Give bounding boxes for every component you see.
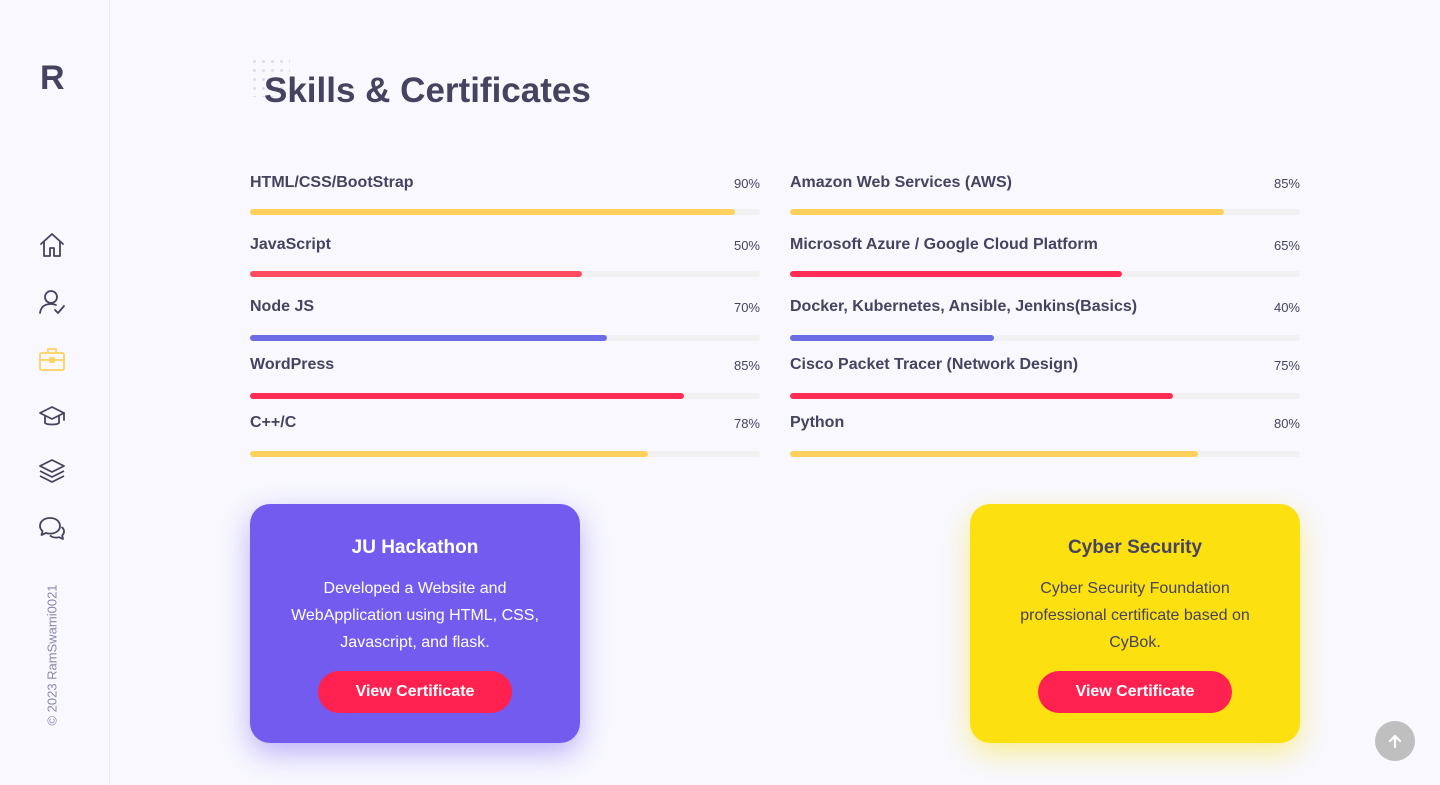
skill-progress-track	[250, 209, 760, 215]
certificate-card-cyber-security: Cyber Security Cyber Security Foundation…	[970, 504, 1300, 743]
skill-name: Node JS	[250, 298, 315, 315]
skill-percent: 85%	[1273, 176, 1300, 191]
skill-progress-track	[250, 451, 760, 457]
skill-percent: 78%	[733, 416, 760, 431]
skill-progress-track	[790, 335, 1300, 341]
skill-percent: 75%	[1273, 358, 1300, 373]
skill-progress-track	[790, 209, 1300, 215]
skill-progress-fill	[250, 271, 582, 277]
skill-name: Amazon Web Services (AWS)	[790, 174, 1012, 191]
skill-progress-fill	[250, 209, 735, 215]
copyright-text: © 2023 RamSwami0021	[44, 584, 60, 726]
skill-progress-track	[250, 393, 760, 399]
arrow-up-icon	[1388, 734, 1402, 749]
skill-progress-track	[250, 335, 760, 341]
skill-name: JavaScript	[250, 236, 331, 253]
layers-icon[interactable]	[38, 458, 66, 486]
skill-name: Docker, Kubernetes, Ansible, Jenkins(Bas…	[790, 298, 1138, 315]
skill-name: Microsoft Azure / Google Cloud Platform	[790, 236, 1098, 253]
skill-progress-fill	[250, 393, 684, 399]
skill-progress-fill	[790, 335, 994, 341]
chat-bubbles-icon[interactable]	[38, 515, 66, 543]
skill-progress-track	[250, 271, 760, 277]
skill-name: Python	[790, 414, 845, 431]
skill-progress-fill	[790, 393, 1173, 399]
skill-progress-track	[790, 451, 1300, 457]
skill-name: Cisco Packet Tracer (Network Design)	[790, 356, 1079, 373]
skill-progress-track	[790, 393, 1300, 399]
skill-progress-fill	[790, 451, 1198, 457]
card-description: Cyber Security Foundation professional c…	[1020, 580, 1250, 651]
certificate-card-ju-hackathon: JU Hackathon Developed a Website and Web…	[250, 504, 580, 743]
view-certificate-button[interactable]: View Certificate	[1038, 671, 1232, 713]
graduation-cap-icon[interactable]	[38, 402, 66, 430]
skill-name: HTML/CSS/BootStrap	[250, 174, 414, 191]
sidebar: R © 2023 RamSwami0021	[0, 0, 110, 785]
user-check-icon[interactable]	[38, 288, 66, 316]
skill-progress-fill	[790, 209, 1224, 215]
skill-name: WordPress	[250, 356, 335, 373]
skill-name: C++/C	[250, 414, 297, 431]
card-description: Developed a Website and WebApplication u…	[291, 580, 539, 651]
skill-progress-fill	[250, 335, 607, 341]
card-title: Cyber Security	[1067, 537, 1203, 558]
skill-progress-fill	[250, 451, 648, 457]
skill-percent: 80%	[1273, 416, 1300, 431]
card-title: JU Hackathon	[351, 537, 479, 558]
skill-percent: 65%	[1273, 238, 1300, 253]
skill-percent: 90%	[733, 176, 760, 191]
skill-percent: 70%	[733, 300, 760, 315]
view-certificate-button[interactable]: View Certificate	[318, 671, 512, 713]
page-title: Skills & Certificates	[264, 71, 591, 110]
briefcase-icon[interactable]	[38, 345, 66, 373]
skill-percent: 40%	[1273, 300, 1300, 315]
skill-percent: 50%	[733, 238, 760, 253]
skill-percent: 85%	[733, 358, 760, 373]
logo[interactable]: R	[40, 58, 65, 98]
home-icon[interactable]	[38, 231, 66, 259]
skill-progress-fill	[790, 271, 1122, 277]
skill-progress-track	[790, 271, 1300, 277]
scroll-to-top-button[interactable]	[1375, 721, 1415, 761]
